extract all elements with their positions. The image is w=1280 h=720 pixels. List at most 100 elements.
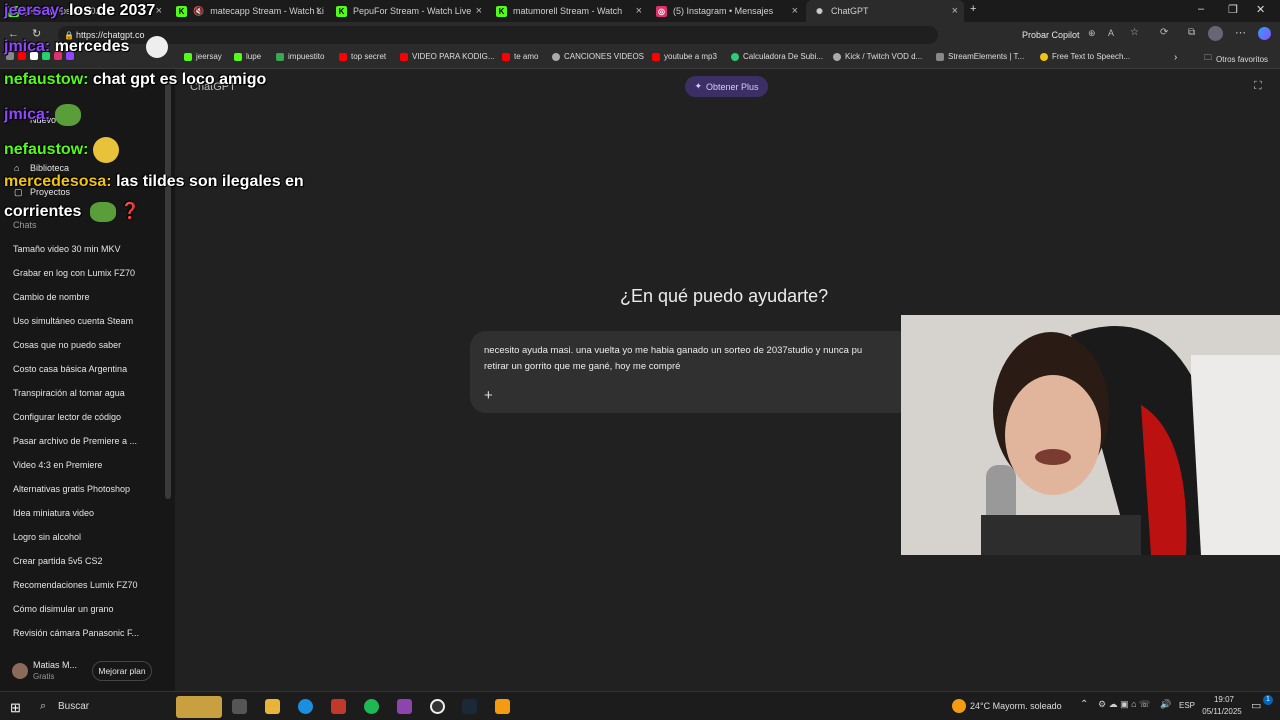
bookmark-impuestito[interactable]: impuestito [276, 52, 324, 61]
chat-history-item[interactable]: Video 4:3 en Premiere [13, 460, 102, 470]
bookmark-video-kodig[interactable]: VIDEO PARA KODIG... [400, 52, 495, 61]
chat-history-item[interactable]: Cambio de nombre [13, 292, 90, 302]
bookmark-tts[interactable]: Free Text to Speech... [1040, 52, 1130, 61]
favorite-icon[interactable]: ☆ [1130, 27, 1139, 38]
chat-history-item[interactable]: Configurar lector de código [13, 412, 121, 422]
more-menu-icon[interactable]: ⋯ [1235, 26, 1246, 39]
close-icon[interactable]: × [156, 5, 162, 17]
maximize-button[interactable]: ❐ [1228, 3, 1238, 16]
obs-icon[interactable] [430, 699, 445, 714]
stream-chat-line: jmica: mercedes [4, 36, 168, 58]
bookmark-jeersay[interactable]: jeersay [184, 52, 222, 61]
pepe-emote-icon [54, 104, 81, 126]
close-icon[interactable]: × [636, 5, 642, 17]
copilot-button[interactable]: Probar Copilot [1022, 30, 1080, 40]
bookmark-lupe[interactable]: lupe [234, 52, 261, 61]
taskbar-search[interactable]: Buscar [58, 701, 89, 712]
search-icon[interactable]: ⌕ [40, 700, 46, 713]
tab-pepufor[interactable]: K PepuFor Stream - Watch Live × [328, 0, 488, 22]
chat-history-item[interactable]: Revisión cámara Panasonic F... [13, 628, 139, 638]
close-icon[interactable]: × [952, 5, 958, 17]
volume-icon[interactable]: 🔊 [1160, 699, 1171, 710]
voice-app-icon[interactable] [331, 699, 346, 714]
prompt-input[interactable]: necesito ayuda masi. una vuelta yo me ha… [484, 343, 914, 375]
chat-history-item[interactable]: Tamaño video 30 min MKV [13, 244, 121, 254]
kick-icon: K [176, 5, 187, 17]
clock-time[interactable]: 19:07 [1204, 695, 1244, 704]
collections-icon[interactable]: ⧉ [1188, 27, 1195, 38]
app-icon[interactable] [495, 699, 510, 714]
bookmark-streamelements[interactable]: StreamElements | T... [936, 52, 1024, 61]
chat-history-item[interactable]: Logro sin alcohol [13, 532, 81, 542]
notification-icon[interactable]: ▭ [1251, 699, 1261, 712]
steam-icon[interactable] [462, 699, 477, 714]
library-button[interactable]: Biblioteca [30, 163, 69, 173]
minimize-button[interactable]: – [1198, 3, 1204, 15]
chat-history-item[interactable]: Idea miniatura video [13, 508, 94, 518]
capcut-icon[interactable] [397, 699, 412, 714]
chat-history-item[interactable]: Alternativas gratis Photoshop [13, 484, 130, 494]
stream-chat-line: corrientes ❓ [4, 201, 140, 222]
bookmark-top-secret[interactable]: top secret [339, 52, 386, 61]
close-icon[interactable]: × [476, 5, 482, 17]
library-icon: ⌂ [14, 163, 20, 173]
extension-icon[interactable]: ⊕ [1088, 28, 1096, 39]
edge-icon[interactable] [298, 699, 313, 714]
chat-message: las tildes son ilegales en [111, 173, 304, 190]
chat-history-item[interactable]: Recomendaciones Lumix FZ70 [13, 580, 138, 590]
attach-plus-button[interactable]: + [484, 387, 493, 404]
chat-history-item[interactable]: Cómo disimular un grano [13, 604, 114, 614]
browser-tab-strip: K jeersay: los de 2037 × K 🔇 matecapp St… [0, 0, 1280, 22]
prompt-line-1: necesito ayuda masi. una vuelta yo me ha… [484, 345, 863, 356]
address-input[interactable]: 🔒 https://chatgpt.co [58, 26, 938, 44]
kick-icon: K [496, 5, 507, 17]
tab-matecapp[interactable]: K 🔇 matecapp Stream - Watch Li × [168, 0, 328, 22]
weather-text[interactable]: 24°C Mayorm. soleado [970, 701, 1062, 711]
clock-date[interactable]: 05/11/2025 [1200, 707, 1244, 716]
tray-icons[interactable]: ⚙ ☁ ▣ ⌂ ☏ [1098, 699, 1150, 710]
read-aloud-icon[interactable]: A [1108, 28, 1114, 38]
chevron-right-icon[interactable]: › [1174, 52, 1177, 63]
bookmark-calculadora[interactable]: Calculadora De Subi... [731, 52, 823, 61]
user-name[interactable]: Matias M... [33, 660, 77, 670]
file-explorer-icon[interactable] [265, 699, 280, 714]
tab-instagram[interactable]: ◎ (5) Instagram • Mensajes × [648, 0, 804, 22]
widgets-icon[interactable] [176, 696, 222, 718]
sync-icon[interactable]: ⟳ [1160, 27, 1168, 38]
close-window-button[interactable]: ✕ [1256, 3, 1265, 16]
close-icon[interactable]: × [316, 5, 322, 17]
stream-chat-line: nefaustow: chat gpt es loco amigo [4, 71, 266, 89]
chat-history-item[interactable]: Grabar en log con Lumix FZ70 [13, 268, 135, 278]
chat-history-item[interactable]: Pasar archivo de Premiere a ... [13, 436, 137, 446]
chat-history-item[interactable]: Costo casa básica Argentina [13, 364, 127, 374]
avatar[interactable] [12, 663, 28, 679]
temporary-chat-icon[interactable]: ⛶ [1254, 80, 1262, 93]
spotify-icon[interactable] [364, 699, 379, 714]
stream-chat-line: jmica: [4, 104, 81, 126]
upgrade-plan-button[interactable]: Mejorar plan [92, 661, 152, 681]
close-icon[interactable]: × [792, 5, 798, 17]
mute-icon[interactable]: 🔇 [193, 6, 204, 17]
language-indicator[interactable]: ESP [1179, 701, 1195, 710]
weather-icon[interactable] [952, 699, 966, 713]
chevron-up-icon[interactable]: ⌃ [1080, 699, 1088, 710]
address-bar-row: ← ↻ 🔒 https://chatgpt.co Probar Copilot … [0, 22, 1280, 48]
chat-history-item[interactable]: Transpiración al tomar agua [13, 388, 125, 398]
bookmark-canciones[interactable]: CANCIONES VIDEOS [552, 52, 644, 61]
bookmark-kick-vod[interactable]: Kick / Twitch VOD d... [833, 52, 922, 61]
windows-start-icon[interactable]: ⊞ [10, 700, 21, 716]
bookmark-te-amo[interactable]: te amo [502, 52, 538, 61]
get-plus-button[interactable]: ✦ Obtener Plus [685, 76, 768, 97]
copilot-icon[interactable] [1258, 27, 1271, 40]
chat-history-item[interactable]: Cosas que no puedo saber [13, 340, 121, 350]
tab-matumorell[interactable]: K matumorell Stream - Watch × [488, 0, 648, 22]
bookmark-youtube-mp3[interactable]: youtube a mp3 [652, 52, 717, 61]
chat-history-item[interactable]: Uso simultáneo cuenta Steam [13, 316, 133, 326]
sidebar-scrollbar[interactable] [165, 79, 171, 499]
tab-chatgpt[interactable]: ✺ ChatGPT × [806, 0, 964, 22]
chat-history-item[interactable]: Crear partida 5v5 CS2 [13, 556, 103, 566]
profile-avatar[interactable] [1208, 26, 1223, 41]
other-favorites[interactable]: 🗀 Otros favoritos [1204, 52, 1268, 66]
new-tab-button[interactable]: + [970, 3, 976, 15]
task-view-icon[interactable] [232, 699, 247, 714]
